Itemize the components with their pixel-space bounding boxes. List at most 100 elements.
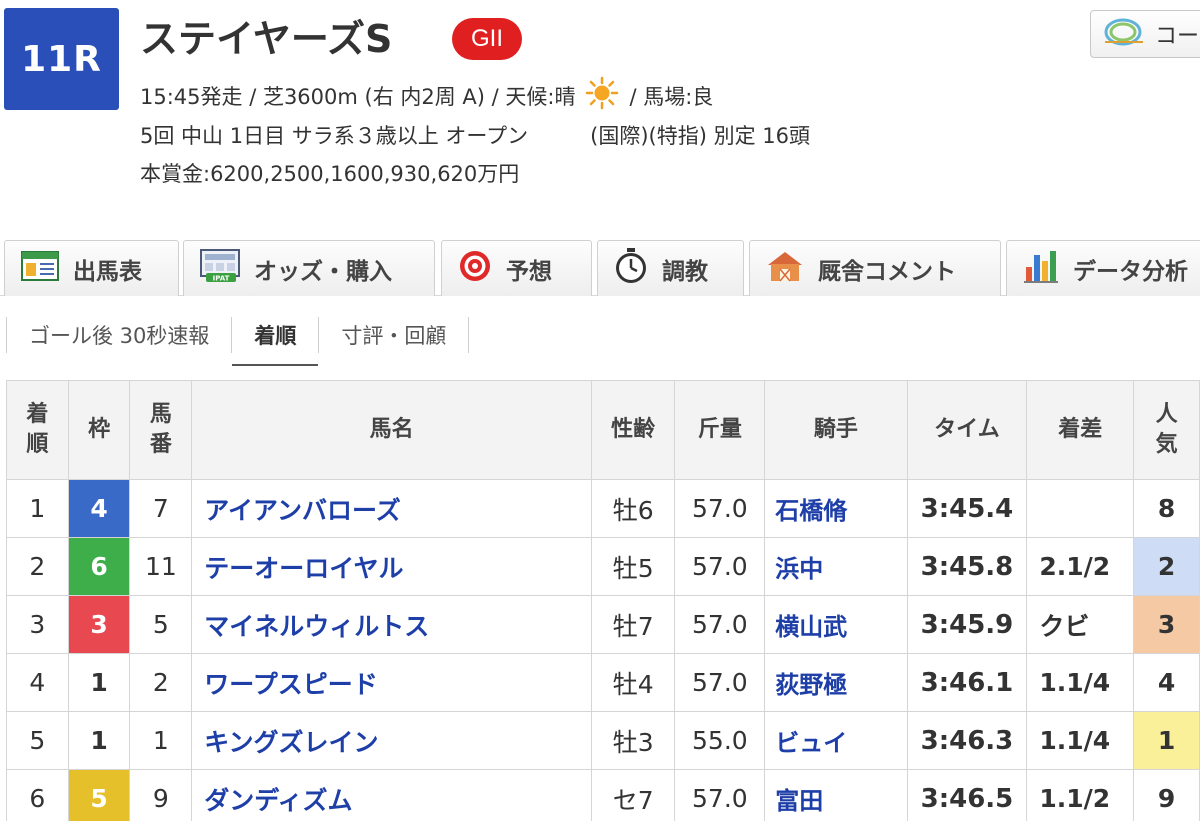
umaban-cell: 11	[129, 537, 193, 596]
horse-name-link[interactable]: アイアンバローズ	[191, 479, 592, 538]
umaban-cell: 1	[129, 711, 193, 770]
table-row: 2 6 11 テーオーロイヤル 牡5 57.0 浜中 3:45.8 2.1/2 2	[6, 537, 1200, 596]
race-info-line: 15:45発走 / 芝3600m (右 内2周 A) / 天候:晴 / 馬場:良	[140, 76, 713, 115]
stable-icon	[766, 249, 804, 289]
subtab-review[interactable]: 寸評・回顧	[318, 317, 470, 353]
header-waku: 枠	[67, 380, 131, 480]
margin-cell: 1.1/4	[1026, 653, 1135, 712]
tab-data-analysis[interactable]: データ分析	[1006, 240, 1200, 296]
popularity-cell: 4	[1133, 653, 1200, 712]
svg-text:IPAT: IPAT	[213, 274, 230, 282]
horse-name-link[interactable]: キングズレイン	[191, 711, 592, 770]
header-jockey: 騎手	[764, 380, 908, 480]
weight-cell: 55.0	[674, 711, 766, 770]
horse-name-link[interactable]: テーオーロイヤル	[191, 537, 592, 596]
sex-age-cell: 牡3	[590, 711, 676, 770]
rank-cell: 6	[6, 769, 69, 821]
weight-cell: 57.0	[674, 595, 766, 654]
stopwatch-icon	[614, 247, 648, 290]
tab-stable-comment[interactable]: 厩舎コメント	[749, 240, 1001, 296]
tab-label: オッズ・購入	[254, 258, 392, 285]
waku-cell: 4	[67, 479, 131, 538]
time-cell: 3:45.9	[906, 595, 1028, 654]
header-rank: 着順	[6, 380, 69, 480]
jockey-link[interactable]: 荻野極	[764, 653, 908, 712]
subtab-flash-result[interactable]: ゴール後 30秒速報	[6, 317, 231, 353]
time-cell: 3:46.1	[906, 653, 1028, 712]
margin-cell	[1026, 479, 1135, 538]
time-cell: 3:45.4	[906, 479, 1028, 538]
meeting-info: 5回 中山 1日目 サラ系３歳以上 オープン	[140, 124, 529, 148]
tab-label: 厩舎コメント	[818, 258, 956, 285]
table-row: 1 4 7 アイアンバローズ 牡6 57.0 石橋脩 3:45.4 8	[6, 479, 1200, 538]
margin-cell: クビ	[1026, 595, 1135, 654]
table-row: 5 1 1 キングズレイン 牡3 55.0 ビュイ 3:46.3 1.1/4 1	[6, 711, 1200, 770]
course-map-label: コー	[1155, 24, 1200, 49]
waku-cell: 1	[67, 653, 131, 712]
popularity-cell: 3	[1133, 595, 1200, 654]
main-tabs: 出馬表 IPAT オッズ・購入 予想 調教 厩舎コメント データ分析	[0, 240, 1200, 296]
jockey-link[interactable]: 横山武	[764, 595, 908, 654]
popularity-cell: 2	[1133, 537, 1200, 596]
header-time: タイム	[906, 380, 1028, 480]
rank-cell: 4	[6, 653, 69, 712]
margin-cell: 1.1/2	[1026, 769, 1135, 821]
horse-name-link[interactable]: マイネルウィルトス	[191, 595, 592, 654]
popularity-cell: 8	[1133, 479, 1200, 538]
target-icon	[458, 249, 492, 289]
waku-cell: 3	[67, 595, 131, 654]
jockey-link[interactable]: 富田	[764, 769, 908, 821]
margin-cell: 1.1/4	[1026, 711, 1135, 770]
course-map-icon	[1101, 15, 1147, 53]
ipat-icon: IPAT	[200, 248, 240, 289]
time-cell: 3:46.5	[906, 769, 1028, 821]
tab-odds-purchase[interactable]: IPAT オッズ・購入	[183, 240, 435, 296]
tab-label: 調教	[662, 258, 708, 285]
tab-label: 出馬表	[73, 258, 142, 285]
umaban-cell: 7	[129, 479, 193, 538]
table-row: 6 5 9 ダンディズム セ7 57.0 富田 3:46.5 1.1/2 9	[6, 769, 1200, 821]
horse-name-link[interactable]: ダンディズム	[191, 769, 592, 821]
start-time-course: 15:45発走 / 芝3600m (右 内2周 A) / 天候:晴	[140, 84, 576, 109]
sex-age-cell: 牡7	[590, 595, 676, 654]
waku-cell: 1	[67, 711, 131, 770]
race-name: ステイヤーズS	[140, 17, 393, 61]
popularity-cell: 1	[1133, 711, 1200, 770]
prize-money: 本賞金:6200,2500,1600,930,620万円	[140, 162, 520, 186]
table-header-row: 着順 枠 馬番 馬名 性齢 斤量 騎手 タイム 着差 人気	[6, 380, 1200, 480]
header-weight: 斤量	[674, 380, 766, 480]
rank-cell: 3	[6, 595, 69, 654]
waku-cell: 5	[67, 769, 131, 821]
rank-cell: 2	[6, 537, 69, 596]
umaban-cell: 9	[129, 769, 193, 821]
results-table: 着順 枠 馬番 馬名 性齢 斤量 騎手 タイム 着差 人気 1 4 7 アイアンバロー…	[6, 380, 1200, 821]
weight-cell: 57.0	[674, 537, 766, 596]
tab-training[interactable]: 調教	[597, 240, 744, 296]
jockey-link[interactable]: ビュイ	[764, 711, 908, 770]
weight-cell: 57.0	[674, 653, 766, 712]
rank-cell: 1	[6, 479, 69, 538]
sex-age-cell: セ7	[590, 769, 676, 821]
rank-cell: 5	[6, 711, 69, 770]
track-condition: / 馬場:良	[629, 84, 714, 109]
waku-cell: 6	[67, 537, 131, 596]
popularity-cell: 9	[1133, 769, 1200, 821]
horse-name-link[interactable]: ワープスピード	[191, 653, 592, 712]
bar-chart-icon	[1023, 249, 1059, 289]
grade-badge: GII	[452, 18, 522, 60]
meeting-info-line: 5回 中山 1日目 サラ系３歳以上 オープン (国際)(特指) 別定 16頭	[140, 120, 810, 150]
time-cell: 3:46.3	[906, 711, 1028, 770]
tab-race-card[interactable]: 出馬表	[4, 240, 179, 296]
race-conditions: (国際)(特指) 別定 16頭	[590, 124, 811, 148]
header-umaban: 馬番	[129, 380, 193, 480]
tab-label: データ分析	[1073, 258, 1188, 285]
subtab-finishing-order[interactable]: 着順	[231, 317, 319, 366]
margin-cell: 2.1/2	[1026, 537, 1135, 596]
header-popularity: 人気	[1133, 380, 1200, 480]
tab-label: 予想	[506, 258, 552, 285]
tab-prediction[interactable]: 予想	[441, 240, 592, 296]
jockey-link[interactable]: 石橋脩	[764, 479, 908, 538]
course-map-button[interactable]: コー	[1090, 10, 1200, 58]
jockey-link[interactable]: 浜中	[764, 537, 908, 596]
table-row: 4 1 2 ワープスピード 牡4 57.0 荻野極 3:46.1 1.1/4 4	[6, 653, 1200, 712]
